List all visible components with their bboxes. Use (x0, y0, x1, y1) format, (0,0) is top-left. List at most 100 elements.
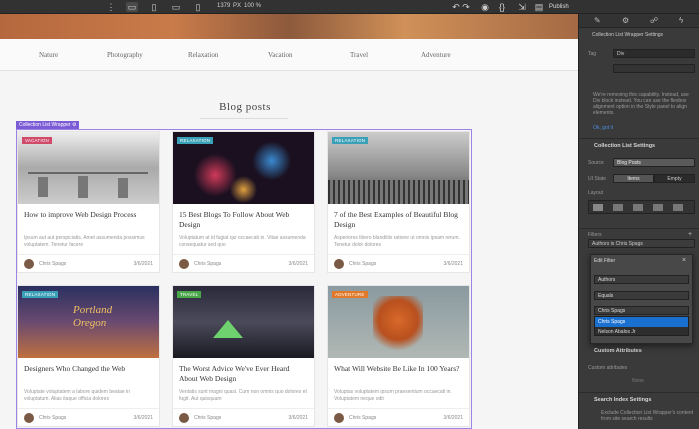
ui-state-empty[interactable]: Empty (654, 174, 695, 183)
hero-image (0, 14, 578, 39)
avatar (24, 259, 34, 269)
tablet-icon[interactable]: ▯ (149, 2, 159, 12)
close-icon[interactable]: × (682, 257, 686, 264)
blog-card[interactable]: RELAXATION 7 of the Best Examples of Bea… (327, 131, 470, 273)
post-excerpt: Voluptas voluptatem ipsum praesentium oc… (334, 389, 452, 402)
source-label: Source (588, 160, 604, 166)
settings-tab-icon[interactable]: ⚙ (622, 16, 629, 25)
divider (579, 138, 699, 139)
post-footer: Chris Spags 3/6/2021 (173, 254, 314, 272)
post-author: Chris Spags (349, 261, 377, 267)
collection-list-settings-title[interactable]: Collection List Settings (594, 143, 655, 149)
edit-filter-popover: Edit Filter × Authors Equals Chris Spags… (590, 254, 693, 344)
add-filter-icon[interactable]: + (688, 231, 692, 238)
post-author: Chris Spags (39, 415, 67, 421)
post-image: VACATION (18, 132, 159, 204)
desktop-icon[interactable]: ▭ (126, 2, 138, 12)
filter-operator-select[interactable]: Equals (594, 291, 689, 300)
divider (579, 228, 699, 229)
avatar (179, 259, 189, 269)
post-date: 3/6/2021 (288, 415, 308, 421)
ellipsis-icon[interactable]: ⋮ (106, 2, 116, 12)
post-image: RELAXATION (328, 132, 469, 204)
dropdown-option-chris-spags[interactable]: Chris Spags (595, 317, 688, 327)
post-excerpt: Ventatis sunt magni quasi. Cum non omnis… (179, 389, 307, 402)
got-it-link[interactable]: Ok, got it (593, 125, 613, 131)
filters-label: Filters (588, 232, 602, 238)
phone-icon[interactable]: ▯ (193, 2, 203, 12)
ui-state-items[interactable]: Items (613, 174, 654, 183)
post-title[interactable]: The Worst Advice We've Ever Heard About … (179, 364, 308, 386)
filter-value-select[interactable]: Chris Spags (594, 306, 689, 315)
dropdown-option-nelson-abalos[interactable]: Nelson Abalos Jr (595, 327, 688, 337)
post-footer: Chris Spags 3/6/2021 (173, 408, 314, 426)
collection-list-label[interactable]: Collection List Wrapper ⚙ (16, 121, 80, 129)
blog-card[interactable]: Portland Oregon RELAXATION Designers Who … (17, 285, 160, 427)
canvas-width-value[interactable]: 1379 (217, 3, 230, 9)
code-icon[interactable]: {} (497, 2, 507, 12)
nav-item-photography[interactable]: Photography (107, 51, 143, 59)
undo-icon[interactable]: ↶ (451, 2, 461, 12)
post-image: ADVENTURE (328, 286, 469, 358)
post-excerpt: Ipsum aut aut perspiciatis. Amet assumen… (24, 235, 145, 248)
avatar (334, 259, 344, 269)
tag-label: Tag (588, 51, 597, 57)
filter-value-dropdown: Chris Spags Nelson Abalos Jr (594, 316, 689, 336)
share-icon[interactable]: ⇲ (517, 2, 527, 12)
post-tag[interactable]: TRAVEL (177, 291, 202, 298)
search-index-description: Exclude Collection List Wrapper's conten… (601, 410, 694, 422)
nav-item-adventure[interactable]: Adventure (421, 51, 451, 59)
post-date: 3/6/2021 (133, 261, 153, 267)
preview-icon[interactable]: ◉ (480, 2, 490, 12)
tag-select[interactable]: Div (613, 49, 695, 58)
post-title[interactable]: 7 of the Best Examples of Beautiful Blog… (334, 210, 463, 232)
nav-item-nature[interactable]: Nature (39, 51, 58, 59)
source-select[interactable]: Blog Posts (613, 158, 695, 167)
post-footer: Chris Spags 3/6/2021 (328, 408, 469, 426)
post-excerpt: Voluptate voluptatem a labore quidem bea… (24, 389, 130, 402)
post-title[interactable]: How to improve Web Design Process (24, 210, 153, 232)
nav-item-travel[interactable]: Travel (350, 51, 368, 59)
layout-options[interactable] (613, 64, 695, 73)
post-excerpt: Asperiores libero blanditiis ratione ut … (334, 235, 460, 248)
redo-icon[interactable]: ↷ (461, 2, 471, 12)
post-image: TRAVEL (173, 286, 314, 358)
post-excerpt: Voluptatum at id fugiat qui occaecati in… (179, 235, 306, 248)
layout-grid-options[interactable] (588, 200, 695, 214)
panel-header: Collection List Wrapper Settings (592, 32, 664, 38)
interactions-tab-icon[interactable]: ☍ (650, 16, 658, 25)
post-tag[interactable]: VACATION (22, 137, 52, 144)
zoom-level[interactable]: 100 % (244, 3, 261, 9)
nav-item-relaxation[interactable]: Relaxation (188, 51, 218, 59)
nav-item-vacation[interactable]: Vacation (268, 51, 293, 59)
post-title[interactable]: Designers Who Changed the Web (24, 364, 153, 386)
blog-heading: Blog posts (219, 101, 271, 113)
publish-button[interactable]: Publish (545, 1, 573, 13)
post-tag[interactable]: RELAXATION (177, 137, 214, 144)
deprecation-warning: We're removing this capability. Instead,… (593, 92, 689, 116)
settings-panel: ✎ ⚙ ☍ ϟ Collection List Wrapper Settings… (578, 14, 699, 429)
blog-card[interactable]: RELAXATION 15 Best Blogs To Follow About… (172, 131, 315, 273)
design-canvas[interactable]: Nature Photography Relaxation Vacation T… (0, 14, 578, 429)
heading-divider (200, 118, 288, 119)
post-tag[interactable]: ADVENTURE (332, 291, 368, 298)
custom-attributes-title[interactable]: Custom Attributes (594, 348, 642, 354)
cms-icon[interactable]: ▤ (534, 2, 544, 12)
blog-card[interactable]: ADVENTURE What Will Website Be Like In 1… (327, 285, 470, 427)
style-tab-icon[interactable]: ✎ (594, 16, 601, 25)
post-author: Chris Spags (39, 261, 67, 267)
post-tag[interactable]: RELAXATION (332, 137, 369, 144)
lightning-tab-icon[interactable]: ϟ (679, 16, 683, 25)
blog-card[interactable]: VACATION How to improve Web Design Proce… (17, 131, 160, 273)
layout-label: Layout (588, 190, 604, 196)
tablet-landscape-icon[interactable]: ▭ (171, 2, 181, 12)
search-index-title[interactable]: Search Index Settings (594, 397, 651, 403)
blog-card[interactable]: TRAVEL The Worst Advice We've Ever Heard… (172, 285, 315, 427)
filter-field-select[interactable]: Authors (594, 275, 689, 284)
post-footer: Chris Spags 3/6/2021 (328, 254, 469, 272)
post-tag[interactable]: RELAXATION (22, 291, 59, 298)
post-image: Portland Oregon RELAXATION (18, 286, 159, 358)
post-title[interactable]: What Will Website Be Like In 100 Years? (334, 364, 463, 386)
active-filter[interactable]: Authors is Chris Spags (588, 239, 695, 248)
post-title[interactable]: 15 Best Blogs To Follow About Web Design (179, 210, 308, 232)
